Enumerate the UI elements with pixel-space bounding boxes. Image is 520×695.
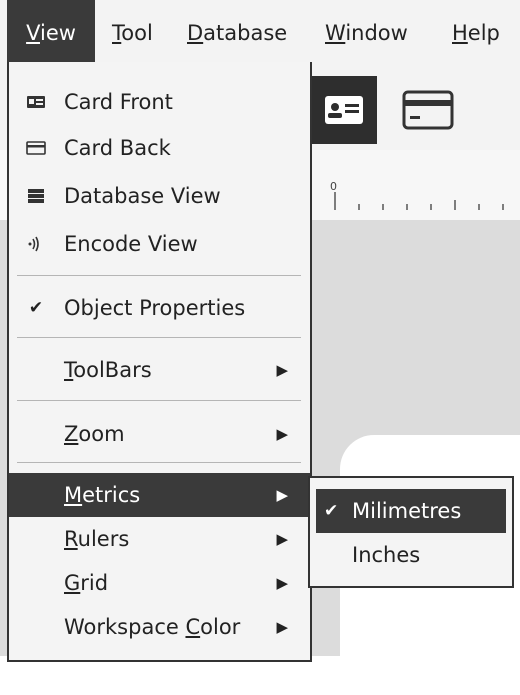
card-back-view-button[interactable]	[394, 76, 462, 144]
submenu-item-inches[interactable]: Inches	[316, 533, 506, 577]
menu-view[interactable]: View	[7, 0, 95, 66]
triangle-right-icon: ▶	[276, 530, 288, 548]
id-card-icon	[23, 80, 49, 127]
menu-item-grid[interactable]: Grid ▶	[9, 561, 310, 605]
triangle-right-icon: ▶	[276, 618, 288, 636]
triangle-right-icon: ▶	[276, 361, 288, 379]
menu-tool[interactable]: Tool	[112, 0, 153, 66]
ruler-zero-label: 0	[330, 180, 337, 193]
menu-database[interactable]: Database	[187, 0, 287, 66]
menu-window[interactable]: Window	[325, 0, 408, 66]
menu-item-workspace-color[interactable]: Workspace Color ▶	[9, 605, 310, 649]
encode-icon	[23, 222, 49, 270]
menu-item-encode-view[interactable]: Encode View	[9, 222, 310, 266]
menu-separator	[17, 400, 301, 401]
menu-item-object-properties[interactable]: ✔ Object Properties	[9, 286, 310, 330]
triangle-right-icon: ▶	[276, 425, 288, 443]
menu-separator	[17, 337, 301, 338]
metrics-submenu: ✔ Milimetres Inches	[308, 476, 514, 588]
menu-item-zoom[interactable]: Zoom ▶	[9, 412, 310, 456]
checkmark-icon: ✔	[324, 501, 339, 521]
checkmark-icon: ✔	[28, 298, 44, 318]
database-icon	[23, 174, 49, 221]
triangle-right-icon: ▶	[276, 486, 288, 504]
view-menu: Card Front Card Back Database View Encod…	[7, 62, 312, 662]
menu-help[interactable]: Help	[452, 0, 500, 66]
card-front-view-button[interactable]	[309, 76, 377, 144]
card-back-icon	[23, 126, 49, 173]
menu-item-card-front[interactable]: Card Front	[9, 80, 310, 124]
menu-separator	[17, 462, 301, 463]
menu-item-database-view[interactable]: Database View	[9, 174, 310, 218]
menu-item-card-back[interactable]: Card Back	[9, 126, 310, 170]
card-back-icon	[402, 90, 454, 130]
menu-item-metrics[interactable]: Metrics ▶	[9, 473, 310, 517]
menu-item-rulers[interactable]: Rulers ▶	[9, 517, 310, 561]
submenu-item-milimetres[interactable]: ✔ Milimetres	[316, 489, 506, 533]
menu-separator	[17, 275, 301, 276]
triangle-right-icon: ▶	[276, 574, 288, 592]
menu-bar: View Tool Database Window Help	[0, 0, 520, 66]
menu-item-toolbars[interactable]: ToolBars ▶	[9, 348, 310, 392]
id-card-icon	[325, 96, 363, 124]
